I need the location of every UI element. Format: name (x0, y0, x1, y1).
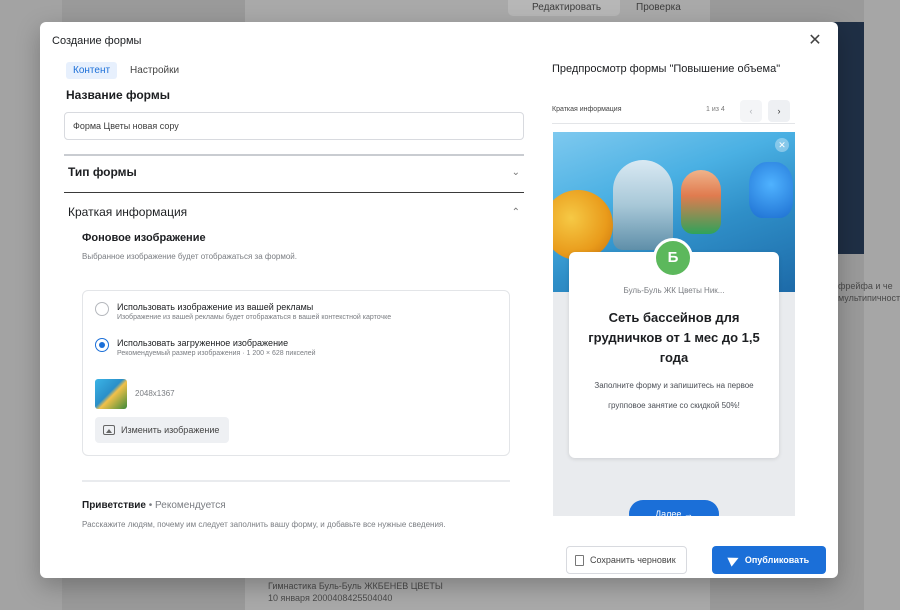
preview-page-name: Буль-Буль ЖК Цветы Ник... (623, 286, 725, 295)
radio-title: Использовать изображение из вашей реклам… (117, 302, 314, 312)
change-image-label: Изменить изображение (121, 425, 220, 435)
bg-right-text: фрейфа и че мультипичность (838, 281, 900, 303)
bg-image-desc: Выбранное изображение будет отображаться… (82, 252, 297, 261)
radio-hint: Рекомендуемый размер изображения · 1 200… (117, 350, 316, 357)
create-form-modal: Создание формы ✕ Контент Настройки Назва… (40, 22, 838, 578)
chevron-down-icon: ⌄ (511, 166, 520, 178)
radio-use-uploaded-image[interactable]: Использовать загруженное изображение Рек… (95, 337, 316, 359)
form-name-label: Название формы (66, 88, 170, 102)
bg-image-card: Использовать изображение из вашей реклам… (82, 290, 510, 456)
greeting-recommended: • Рекомендуется (145, 500, 226, 511)
radio-title: Использовать загруженное изображение (117, 338, 289, 348)
bg-right-bar (864, 0, 900, 610)
preview-page-count: 1 из 4 (706, 106, 725, 113)
hero-mascot-shape (749, 162, 793, 218)
preview-title: Предпросмотр формы "Повышение объема" (552, 63, 781, 75)
send-icon (727, 553, 741, 567)
radio-hint: Изображение из вашей рекламы будет отобр… (117, 314, 392, 321)
modal-title: Создание формы (52, 35, 142, 47)
greeting-title: Приветствие (82, 500, 146, 511)
preview-close-icon[interactable]: ✕ (775, 138, 789, 152)
preview-section-label: Краткая информация (552, 106, 622, 113)
chevron-up-icon: ⌃ (511, 206, 520, 218)
publish-button[interactable]: Опубликовать (712, 546, 826, 574)
image-icon (103, 425, 115, 435)
form-type-label: Тип формы (68, 165, 137, 179)
section-divider (64, 154, 524, 156)
bg-review-button: Проверка (636, 2, 681, 13)
radio-button[interactable] (95, 338, 109, 352)
close-icon[interactable]: ✕ (806, 32, 824, 50)
section-divider (64, 192, 524, 193)
hero-kid-shape (681, 170, 721, 234)
change-image-button[interactable]: Изменить изображение (95, 417, 230, 443)
document-icon (575, 554, 584, 566)
hero-person-shape (613, 160, 673, 250)
preview-nav-bar: Краткая информация 1 из 4 ‹ › (552, 98, 795, 124)
preview-body: Заполните форму и запишитесь на первое г… (594, 381, 754, 410)
preview-prev-button[interactable]: ‹ (740, 100, 762, 122)
greeting-desc: Расскажите людям, почему им следует запо… (82, 520, 446, 529)
form-preview: ✕ Б Буль-Буль ЖК Цветы Ник... Сеть бассе… (553, 132, 795, 516)
form-name-input[interactable]: Форма Цветы новая сору (64, 112, 524, 140)
brief-info-accordion[interactable]: Краткая информация ⌃ (64, 198, 524, 226)
preview-next-button[interactable]: › (768, 100, 790, 122)
save-draft-label: Сохранить черновик (590, 555, 676, 565)
image-dimensions: 2048x1367 (135, 389, 175, 398)
image-thumbnail (95, 379, 127, 409)
save-draft-button[interactable]: Сохранить черновик (566, 546, 687, 574)
bg-edit-button: Редактировать (508, 0, 620, 16)
preview-headline: Сеть бассейнов для грудничков от 1 мес д… (588, 310, 760, 365)
bg-footer-text: Гимнастика Буль-Буль ЖКБЕНЕВ ЦВЕТЫ 10 ян… (268, 581, 443, 603)
greeting-label: Приветствие • Рекомендуется (82, 500, 226, 511)
form-type-accordion[interactable]: Тип формы ⌄ (64, 158, 524, 186)
bg-image-label: Фоновое изображение (82, 232, 206, 244)
editor-panel: Название формы Форма Цветы новая сору Ти… (62, 82, 526, 538)
section-divider (82, 480, 510, 482)
brief-info-label: Краткая информация (68, 205, 188, 219)
publish-label: Опубликовать (744, 555, 810, 565)
tab-content[interactable]: Контент (66, 62, 118, 79)
avatar: Б (653, 238, 693, 278)
preview-next-cta[interactable]: Далее → (629, 500, 719, 516)
tab-bar: Контент Настройки (66, 62, 186, 79)
preview-card: Б Буль-Буль ЖК Цветы Ник... Сеть бассейн… (569, 238, 779, 458)
radio-button[interactable] (95, 302, 109, 316)
radio-use-ad-image[interactable]: Использовать изображение из вашей реклам… (95, 301, 391, 323)
hero-fish-shape (553, 190, 613, 260)
tab-settings[interactable]: Настройки (123, 62, 186, 79)
